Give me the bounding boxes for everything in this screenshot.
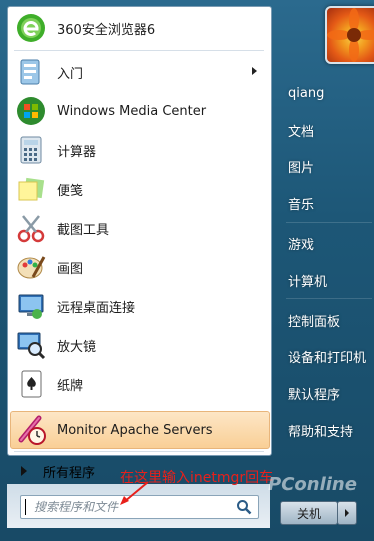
divider: [14, 451, 264, 452]
annotation-arrow-icon: [120, 481, 149, 505]
program-label: 计算器: [57, 144, 97, 160]
expand-arrow-icon: [21, 466, 27, 476]
all-programs-label: 所有程序: [43, 465, 96, 481]
divider: [14, 50, 264, 51]
program-monitor-apache[interactable]: Monitor Apache Servers: [10, 411, 270, 449]
start-menu: 360安全浏览器6 入门 Windows Media Center 计算器 便笺…: [0, 0, 374, 541]
program-snipping-tool[interactable]: 截图工具: [11, 209, 267, 247]
program-label: 画图: [57, 261, 84, 277]
program-label: 放大镜: [57, 339, 97, 355]
search-icon[interactable]: [236, 499, 252, 515]
shutdown-button[interactable]: 关机: [280, 501, 338, 525]
program-label: 便笺: [57, 183, 84, 199]
program-remote-desktop[interactable]: 远程桌面连接: [11, 287, 267, 325]
program-label: 纸牌: [57, 378, 84, 394]
documents-link[interactable]: 文档: [288, 121, 314, 140]
divider: [286, 222, 372, 223]
user-picture[interactable]: [325, 6, 374, 64]
shutdown-label: 关机: [296, 506, 321, 521]
getting-started-icon: [20, 59, 40, 85]
magnifier-icon: [17, 332, 46, 360]
pictures-link[interactable]: 图片: [288, 157, 314, 176]
program-solitaire[interactable]: 纸牌: [11, 365, 267, 403]
program-paint[interactable]: 画图: [11, 248, 267, 286]
browser-360-icon: [17, 14, 45, 42]
program-label: 360安全浏览器6: [57, 22, 156, 38]
shutdown-options-button[interactable]: [337, 501, 357, 525]
program-windows-media-center[interactable]: Windows Media Center: [11, 92, 267, 130]
program-label: 远程桌面连接: [57, 300, 136, 316]
calculator-icon: [20, 136, 42, 164]
user-name-link[interactable]: qiang: [288, 86, 324, 101]
program-label: Monitor Apache Servers: [57, 422, 213, 438]
music-link[interactable]: 音乐: [288, 194, 314, 213]
sticky-notes-icon: [18, 177, 45, 201]
games-link[interactable]: 游戏: [288, 234, 314, 253]
flower-icon: [327, 8, 374, 62]
paint-icon: [17, 256, 46, 279]
computer-link[interactable]: 计算机: [288, 271, 327, 290]
program-calculator[interactable]: 计算器: [11, 131, 267, 169]
text-cursor: [25, 499, 26, 515]
solitaire-icon: [21, 370, 42, 398]
program-360-browser[interactable]: 360安全浏览器6: [11, 9, 267, 47]
submenu-arrow-icon[interactable]: [252, 67, 257, 75]
program-sticky-notes[interactable]: 便笺: [11, 170, 267, 208]
program-label: 入门: [57, 66, 84, 82]
devices-and-printers-link[interactable]: 设备和打印机: [288, 347, 366, 366]
program-getting-started[interactable]: 入门: [11, 53, 267, 91]
windows-media-center-icon: [17, 97, 45, 125]
default-programs-link[interactable]: 默认程序: [288, 384, 340, 403]
places-pane: qiang 文档 图片 音乐 游戏 计算机 控制面板 设备和打印机 默认程序 帮…: [276, 0, 374, 541]
program-label: 截图工具: [57, 222, 110, 238]
programs-pane: 360安全浏览器6 入门 Windows Media Center 计算器 便笺…: [7, 6, 272, 481]
chevron-right-icon: [345, 509, 349, 517]
apache-monitor-icon: [18, 415, 46, 445]
program-magnifier[interactable]: 放大镜: [11, 326, 267, 364]
divider: [286, 298, 372, 299]
program-label: Windows Media Center: [57, 103, 207, 119]
snipping-tool-icon: [17, 215, 45, 243]
help-and-support-link[interactable]: 帮助和支持: [288, 421, 353, 440]
control-panel-link[interactable]: 控制面板: [288, 311, 340, 330]
remote-desktop-icon: [18, 294, 44, 319]
watermark-text: PConline: [268, 474, 357, 495]
